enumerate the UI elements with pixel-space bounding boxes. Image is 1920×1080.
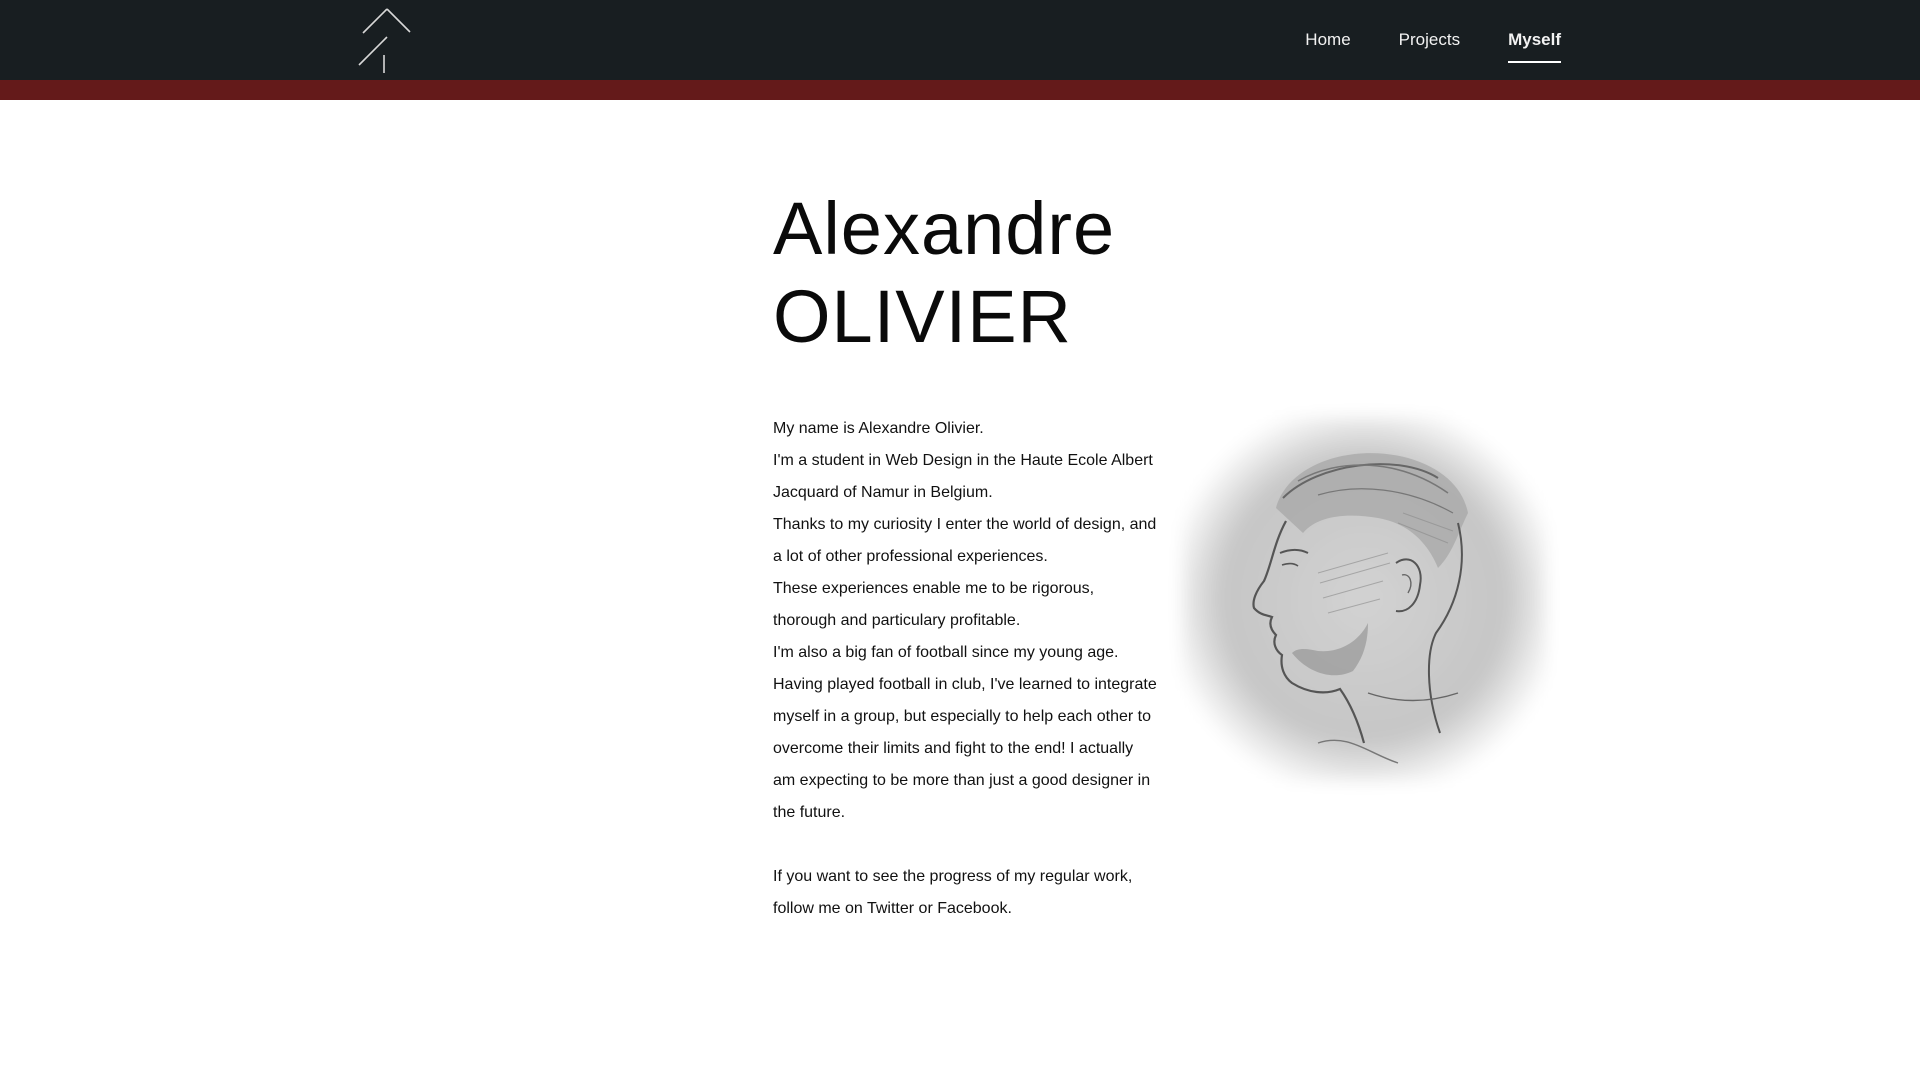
last-name: OLIVIER — [773, 275, 1072, 358]
first-name: Alexandre — [773, 187, 1116, 270]
bio-line: My name is Alexandre Olivier. — [773, 420, 984, 437]
bio-line: I'm also a big fan of football since my … — [773, 644, 1157, 821]
nav-projects-link[interactable]: Projects — [1399, 24, 1460, 56]
bio-line: Thanks to my curiosity I enter the world… — [773, 516, 1157, 565]
page-title: Alexandre OLIVIER — [773, 185, 1563, 361]
follow-text: If you want to see the progress of my re… — [773, 868, 1133, 917]
top-navigation-bar: Home Projects Myself — [0, 0, 1920, 80]
nav-home-link[interactable]: Home — [1305, 24, 1350, 56]
arrow-tree-logo-icon[interactable] — [355, 6, 415, 76]
bio-line: These experiences enable me to be rigoro… — [773, 580, 1095, 629]
accent-strip — [0, 80, 1920, 100]
profile-header: Alexandre OLIVIER — [773, 185, 1563, 361]
portrait-sketch-image — [1168, 403, 1560, 795]
main-nav: Home Projects Myself — [1305, 0, 1561, 80]
bio-line: I'm a student in Web Design in the Haute… — [773, 452, 1153, 501]
bio-text: My name is Alexandre Olivier. I'm a stud… — [773, 413, 1158, 925]
nav-myself-link[interactable]: Myself — [1508, 24, 1561, 63]
